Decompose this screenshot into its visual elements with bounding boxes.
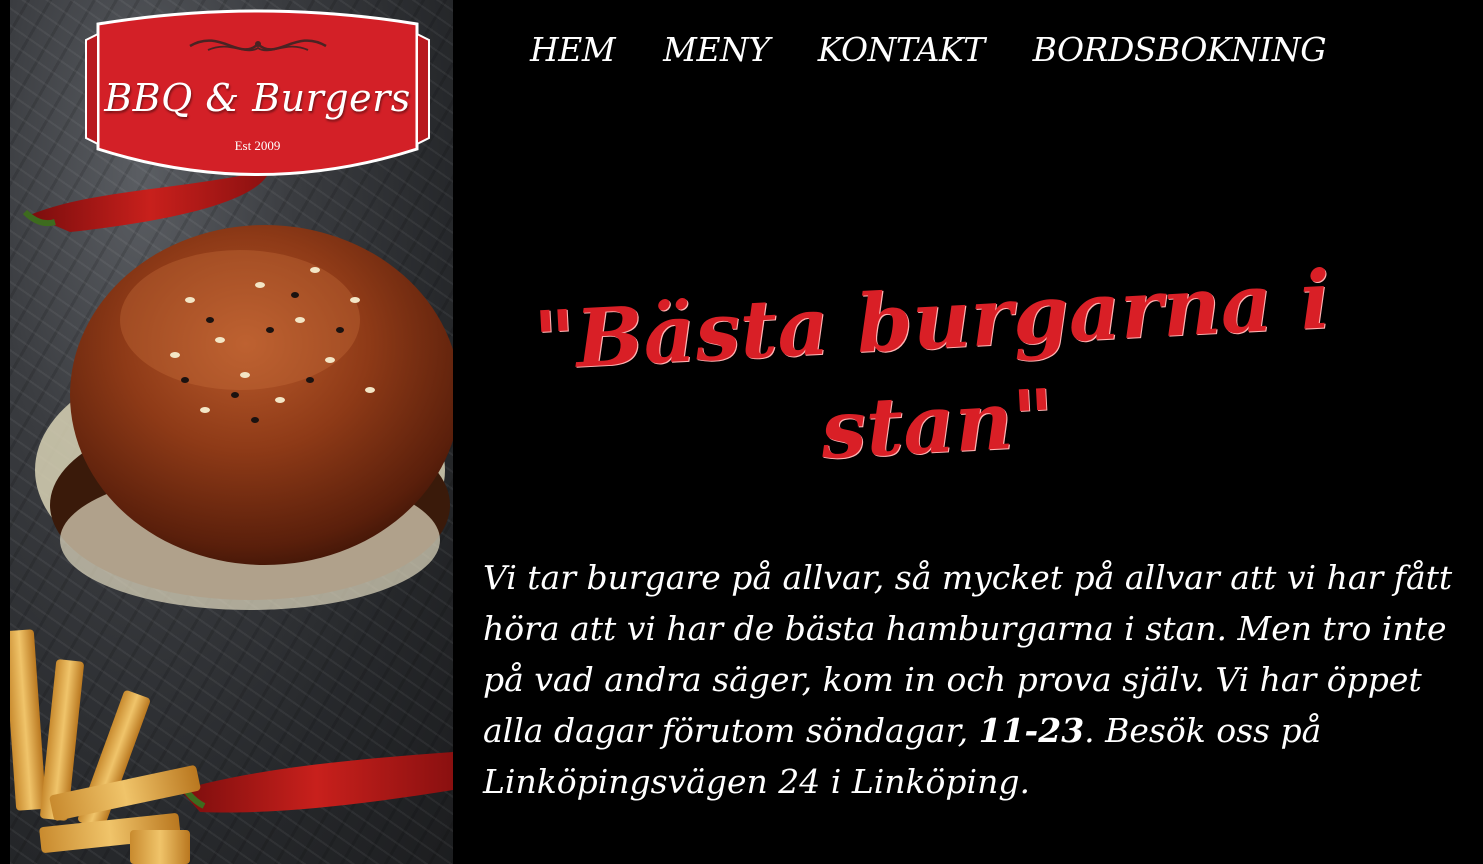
nav-bordsbokning[interactable]: BORDSBOKNING (1033, 30, 1327, 69)
logo-title: BBQ & Burgers (104, 76, 411, 120)
opening-hours: 11-23 (978, 711, 1085, 750)
nav-kontakt[interactable]: KONTAKT (818, 30, 985, 69)
nav-hem[interactable]: HEM (530, 30, 616, 69)
page: BBQ & Burgers Est 2009 HEM MENY KONTAKT … (0, 0, 1483, 864)
chili-bottom (180, 752, 453, 813)
logo[interactable]: BBQ & Burgers Est 2009 (80, 4, 435, 184)
hero-headline: "Bästa burgarna i stan" (531, 252, 1333, 477)
fries (10, 629, 201, 864)
nav-meny[interactable]: MENY (663, 30, 770, 69)
logo-established: Est 2009 (234, 138, 281, 153)
hero-body: Vi tar burgare på allvar, så mycket på a… (483, 552, 1458, 807)
main-nav: HEM MENY KONTAKT BORDSBOKNING (530, 30, 1327, 69)
